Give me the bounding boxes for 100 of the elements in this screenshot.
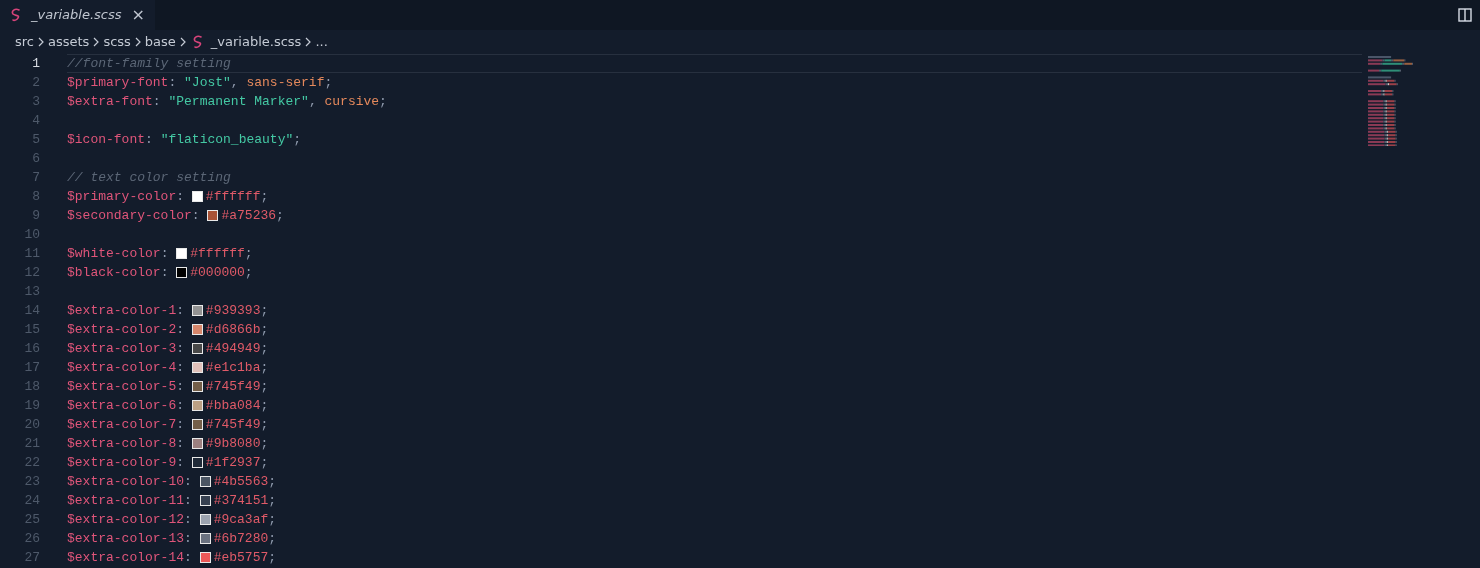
code-token: // text color setting (67, 169, 231, 187)
line-number: 15 (23, 321, 41, 339)
breadcrumb-item[interactable]: _variable.scss (210, 32, 302, 52)
editor-tab[interactable]: _variable.scss × (0, 0, 155, 30)
code-token: $extra-color-11 (67, 492, 185, 510)
code-token: $extra-color-6 (67, 397, 177, 415)
code-token: #374151 (213, 492, 269, 510)
code-token: ; (260, 340, 269, 358)
code-token: #9b8080 (205, 435, 261, 453)
line-number: 7 (31, 169, 41, 187)
code-token: $extra-color-9 (67, 454, 177, 472)
code-token: : (168, 74, 178, 92)
line-number: 26 (23, 530, 41, 548)
line-number: 20 (23, 416, 41, 434)
code-token: ; (260, 359, 269, 377)
code-token: : (176, 340, 186, 358)
code-token: $primary-color (67, 188, 177, 206)
breadcrumb-item[interactable]: base (144, 32, 176, 52)
close-icon[interactable]: × (131, 3, 145, 27)
line-number: 14 (23, 302, 41, 320)
code-token: ; (324, 74, 333, 92)
code-token: #9ca3af (213, 511, 269, 529)
line-number: 12 (23, 264, 41, 282)
code-token: ; (260, 416, 269, 434)
code-token: #4b5563 (213, 473, 269, 491)
code-token: ; (276, 207, 284, 225)
breadcrumb-item[interactable]: src (15, 32, 34, 52)
line-number: 17 (23, 359, 41, 377)
code-token: : (176, 359, 186, 377)
code-token: ; (260, 321, 269, 339)
code-token: : (176, 321, 186, 339)
code-token: "Jost" (184, 74, 231, 92)
code-token: $extra-color-1 (67, 302, 177, 320)
code-token: : (184, 549, 193, 567)
code-token: "flaticon_beauty" (160, 131, 294, 149)
line-number: 2 (31, 74, 41, 92)
breadcrumb-item[interactable]: assets (48, 32, 90, 52)
code-token: : (176, 416, 186, 434)
line-number: 27 (23, 549, 41, 567)
line-number: 11 (23, 245, 41, 263)
split-editor-icon[interactable] (1458, 8, 1472, 22)
code-token: : (184, 473, 193, 491)
code-token: #745f49 (205, 416, 261, 434)
code-token: : (184, 511, 193, 529)
code-token: $white-color (67, 245, 161, 263)
chevron-icon (37, 37, 45, 47)
code-token: $extra-color-14 (67, 549, 185, 567)
code-token: $extra-font (67, 93, 153, 111)
line-number: 3 (31, 93, 41, 111)
code-token: #bba084 (205, 397, 261, 415)
code-token: ; (268, 530, 277, 548)
code-token: ; (260, 302, 269, 320)
chevron-icon (92, 37, 101, 47)
code-token: : (152, 93, 162, 111)
code-token: : (176, 435, 186, 453)
breadcrumb-item[interactable]: scss (103, 32, 131, 52)
code-token: #d6866b (205, 321, 261, 339)
chevron-icon (304, 37, 313, 47)
code-token: ; (268, 492, 277, 510)
code-token: $extra-color-2 (67, 321, 177, 339)
code-token: , (308, 93, 318, 111)
code-token: : (184, 530, 193, 548)
code-token: ; (244, 264, 253, 282)
line-number: 9 (31, 207, 41, 225)
code-token: : (176, 188, 186, 206)
code-token: #ffffff (190, 245, 245, 263)
sass-file-icon (191, 35, 205, 49)
code-token: $secondary-color (67, 207, 192, 225)
code-token: ; (379, 93, 387, 111)
code-token: $extra-color-10 (67, 473, 185, 491)
line-number: 13 (23, 283, 41, 301)
code-token: #494949 (205, 340, 261, 358)
code-token: ; (268, 511, 277, 529)
code-token: $extra-color-13 (67, 530, 185, 548)
code-token: $extra-color-5 (67, 378, 177, 396)
code-token: #000000 (190, 264, 245, 282)
code-token: "Permanent Marker" (168, 93, 309, 111)
code-token: ; (268, 549, 277, 567)
line-number: 22 (23, 454, 41, 472)
code-token: , (230, 74, 240, 92)
chevron-icon (178, 37, 187, 47)
code-token: cursive (324, 93, 380, 111)
code-token: $extra-color-3 (67, 340, 177, 358)
code-token: $extra-color-4 (67, 359, 177, 377)
sass-file-icon (10, 8, 23, 22)
code-token: : (145, 131, 154, 149)
code-token: #ffffff (205, 188, 261, 206)
line-number: 4 (31, 112, 41, 130)
code-token: $primary-font (67, 74, 169, 92)
code-token: #939393 (205, 302, 261, 320)
code-token: : (184, 492, 193, 510)
code-token: #eb5757 (213, 549, 269, 567)
code-token: $extra-color-8 (67, 435, 177, 453)
code-token: : (176, 302, 186, 320)
code-token: $icon-font (67, 131, 145, 149)
line-number: 23 (23, 473, 41, 491)
code-token: #745f49 (205, 378, 261, 396)
breadcrumb-item[interactable]: ... (315, 32, 328, 52)
code-token: ; (260, 454, 269, 472)
code-token: $black-color (67, 264, 161, 282)
